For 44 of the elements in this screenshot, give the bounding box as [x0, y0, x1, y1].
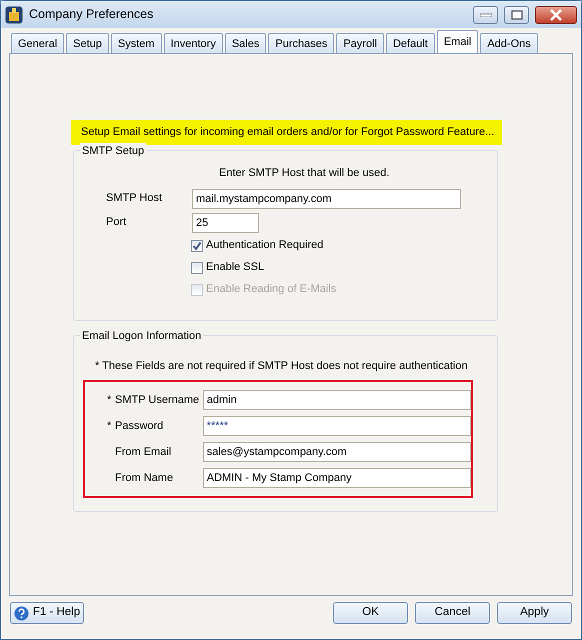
field-label: * Password [106, 418, 164, 434]
checkbox-label: Enable Reading of E-Mails [206, 282, 336, 298]
checkbox-label[interactable]: Enable SSL [206, 259, 264, 276]
tab[interactable]: Sales [224, 33, 266, 53]
minimize-button[interactable] [473, 6, 498, 24]
tab[interactable]: Add-Ons [480, 33, 538, 53]
group-title: SMTP Setup [80, 142, 146, 159]
tab[interactable]: Email [436, 30, 478, 53]
input-field[interactable]: admin [202, 390, 471, 410]
close-button[interactable] [535, 6, 577, 24]
checkbox[interactable] [191, 262, 203, 274]
tab[interactable]: Inventory [164, 33, 223, 53]
tab[interactable]: Purchases [268, 33, 334, 53]
field-label: From Name [114, 470, 174, 486]
dialog-button[interactable]: Cancel [415, 602, 490, 624]
input-field[interactable]: sales@ystampcompany.com [202, 442, 471, 462]
input-field[interactable]: ADMIN - My Stamp Company [202, 468, 471, 488]
tab[interactable]: System [110, 33, 162, 53]
field-label: From Email [114, 444, 172, 460]
minimize-icon [480, 12, 492, 16]
close-icon [549, 8, 563, 20]
field-label: Port [105, 215, 128, 230]
field-label: SMTP Host [105, 191, 164, 206]
field-label: * SMTP Username [106, 392, 200, 408]
hint-text: Enter SMTP Host that will be used. [219, 166, 390, 180]
notice-text: Setup Email settings for incoming email orders and/or for Forgot Password Feature... [71, 120, 502, 144]
dialog-button[interactable]: Apply [497, 602, 572, 624]
app-icon [5, 6, 23, 24]
input-field[interactable]: 25 [192, 212, 259, 232]
help-button[interactable]: F1 - Help [10, 602, 84, 624]
note-text: * These Fields are not required if SMTP Host does not require authentication [95, 358, 468, 374]
maximize-button[interactable] [504, 6, 529, 24]
tab[interactable]: Setup [66, 33, 109, 53]
tab[interactable]: Payroll [336, 33, 384, 53]
input-field[interactable]: ***** [202, 416, 471, 436]
help-icon [14, 606, 29, 620]
checkbox-label[interactable]: Authentication Required [206, 237, 324, 254]
maximize-icon [510, 10, 522, 20]
window-title: Company Preferences [29, 6, 154, 24]
checkbox[interactable] [191, 240, 203, 252]
tab[interactable]: Default [386, 33, 435, 53]
dialog-button[interactable]: OK [333, 602, 408, 624]
tab[interactable]: General [11, 33, 64, 53]
input-field[interactable]: mail.mystampcompany.com [192, 188, 461, 208]
